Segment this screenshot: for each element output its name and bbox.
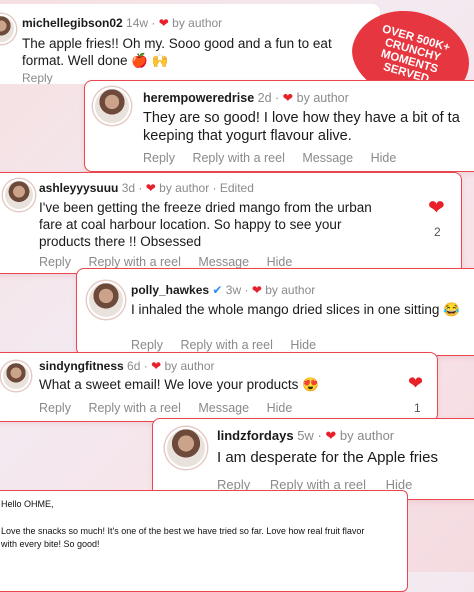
comment-actions: Reply Reply with a reel Hide <box>131 338 330 352</box>
time: 14w · <box>126 16 159 30</box>
like-heart-icon[interactable]: ❤ <box>428 195 445 220</box>
comment-actions: Reply Reply with a reel Message Hide <box>39 401 306 415</box>
comment-text: I inhaled the whole mango dried slices i… <box>131 302 461 317</box>
avatar[interactable] <box>3 179 35 211</box>
heart-icon: ❤ <box>151 359 162 373</box>
reply-button[interactable]: Reply <box>22 71 53 84</box>
comment-meta: sindyngfitness 6d · ❤ by author <box>39 359 215 373</box>
comment-meta: ashleyyysuuu 3d · ❤ by author · Edited <box>39 181 254 195</box>
reply-with-reel-button[interactable]: Reply with a reel <box>180 338 272 352</box>
username[interactable]: sindyngfitness <box>39 359 124 373</box>
comment-meta: polly_hawkes ✔ 3w · ❤ by author <box>131 283 316 297</box>
comment-card-ashleyyysuuu: ashleyyysuuu 3d · ❤ by author · Edited I… <box>0 172 462 274</box>
comment-emoji: 🍎 🙌 <box>131 53 169 68</box>
comment-card-michellegibson02: michellegibson02 14w · ❤ by author The a… <box>0 4 380 84</box>
by-author: by author <box>172 16 223 30</box>
message-button[interactable]: Message <box>198 401 249 415</box>
hide-button[interactable]: Hide <box>267 255 293 269</box>
heart-icon: ❤ <box>251 283 262 297</box>
username[interactable]: herempoweredrise <box>143 91 254 105</box>
comment-text: They are so good! I love how they have a… <box>143 110 460 144</box>
reply-with-reel-button[interactable]: Reply with a reel <box>192 151 284 165</box>
comment-emoji: 😂 <box>443 302 461 317</box>
reply-button[interactable]: Reply <box>143 151 175 165</box>
comment-card-sindyngfitness: sindyngfitness 6d · ❤ by author What a s… <box>0 352 438 422</box>
username[interactable]: lindzfordays <box>217 428 294 443</box>
comment-meta: michellegibson02 14w · ❤ by author <box>22 16 222 30</box>
message-button[interactable]: Message <box>302 151 353 165</box>
verified-icon: ✔ <box>212 283 223 297</box>
reply-button[interactable]: Reply <box>39 401 71 415</box>
username[interactable]: ashleyyysuuu <box>39 181 118 195</box>
comment-meta: herempoweredrise 2d · ❤ by author <box>143 91 349 105</box>
avatar[interactable] <box>87 281 125 319</box>
message-button[interactable]: Message <box>198 255 249 269</box>
hide-button[interactable]: Hide <box>267 401 293 415</box>
comment-text: I've been getting the freeze dried mango… <box>39 200 372 249</box>
heart-icon: ❤ <box>158 16 169 30</box>
hide-button[interactable]: Hide <box>371 151 397 165</box>
reply-button[interactable]: Reply <box>131 338 163 352</box>
heart-icon: ❤ <box>282 91 294 105</box>
like-heart-icon[interactable]: ❤ <box>408 373 423 394</box>
comment-text: What a sweet email! We love your product… <box>39 377 319 392</box>
avatar[interactable] <box>1 361 31 391</box>
email-snippet: Hello OHME, Love the snacks so much! It'… <box>0 490 408 592</box>
username[interactable]: polly_hawkes <box>131 283 209 297</box>
comment-text: The apple fries!! Oh my. Sooo good and a… <box>22 36 332 68</box>
comment-emoji: 😍 <box>302 377 319 392</box>
email-body: Love the snacks so much! It's one of the… <box>1 526 365 549</box>
avatar[interactable] <box>93 87 131 125</box>
reply-with-reel-button[interactable]: Reply with a reel <box>88 255 180 269</box>
comment-actions: Reply Reply with a reel Message Hide <box>143 151 410 165</box>
reply-with-reel-button[interactable]: Reply with a reel <box>88 401 180 415</box>
comment-card-herempoweredrise: herempoweredrise 2d · ❤ by author They a… <box>84 80 474 172</box>
username[interactable]: michellegibson02 <box>22 16 123 30</box>
hide-button[interactable]: Hide <box>290 338 316 352</box>
avatar[interactable] <box>165 427 207 469</box>
reply-button[interactable]: Reply <box>39 255 71 269</box>
comment-actions: Reply Reply with a reel Message Hide <box>39 255 306 269</box>
comment-card-polly_hawkes: polly_hawkes ✔ 3w · ❤ by author I inhale… <box>76 268 474 356</box>
avatar[interactable] <box>0 14 16 44</box>
comment-card-lindzfordays: lindzfordays 5w · ❤ by author I am despe… <box>152 418 474 500</box>
comment-text: I am desperate for the Apple fries <box>217 449 438 466</box>
comment-meta: lindzfordays 5w · ❤ by author <box>217 428 395 443</box>
email-greeting: Hello OHME, <box>1 499 54 509</box>
like-count: 1 <box>414 401 421 415</box>
like-count: 2 <box>434 225 441 239</box>
heart-icon: ❤ <box>145 181 156 195</box>
heart-icon: ❤ <box>325 428 337 443</box>
